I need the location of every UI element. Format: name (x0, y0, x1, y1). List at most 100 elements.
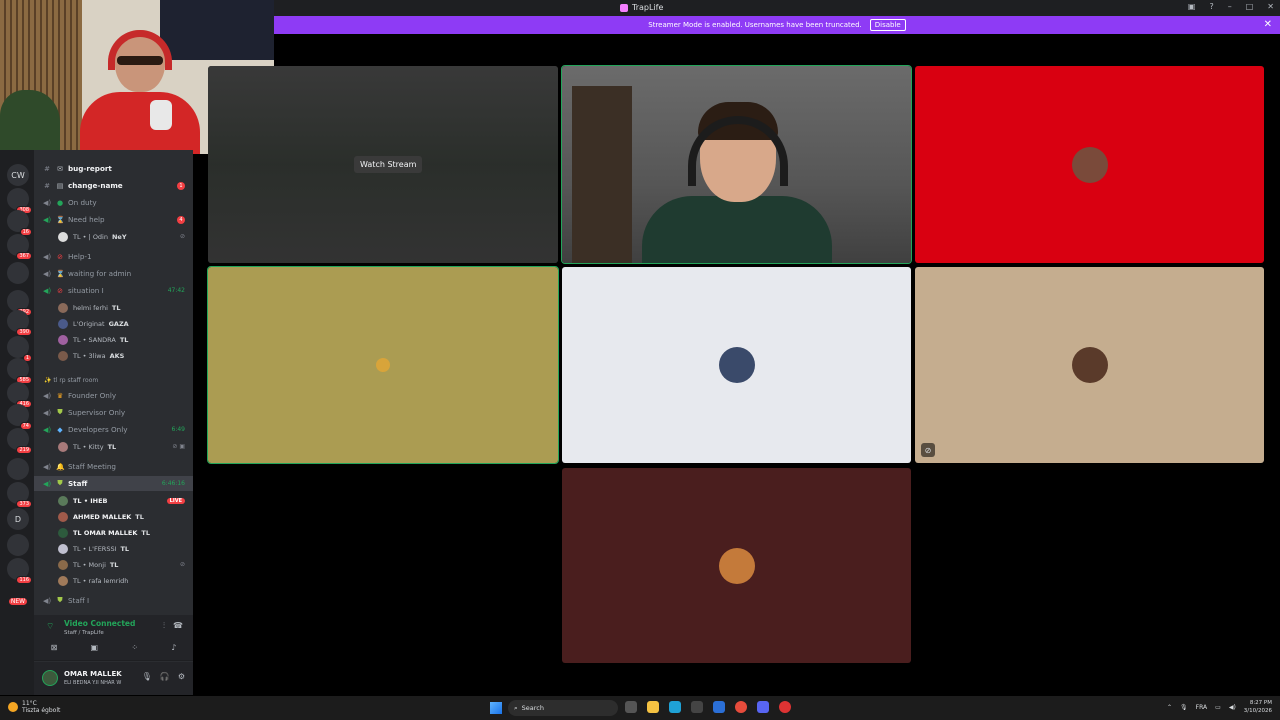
voice-channel-staff-1[interactable]: ◀) ⛊ Staff I (34, 593, 193, 608)
voice-user-name: TL • rafa lemridh (73, 576, 129, 585)
server-icon[interactable]: 116 (7, 558, 32, 584)
voice-user[interactable]: helmi ferhi TL (58, 300, 193, 315)
task-view-icon[interactable] (625, 701, 637, 713)
microphone-icon[interactable]: 🎙 (142, 672, 152, 681)
voice-user-name: TL • IHEB (73, 496, 108, 505)
avatar (58, 543, 68, 554)
voice-channel-supervisor-only[interactable]: ◀) ⛊ Supervisor Only (34, 405, 193, 420)
channel-change-name[interactable]: # ▤ change-name 1 (34, 178, 193, 193)
minimize-button[interactable]: – (1228, 2, 1232, 11)
voice-channel-on-duty[interactable]: ◀) ● On duty (34, 195, 193, 210)
maximize-button[interactable]: □ (1246, 2, 1254, 11)
close-window-button[interactable]: ✕ (1267, 2, 1274, 11)
voice-channel-founder-only[interactable]: ◀) ♛ Founder Only (34, 388, 193, 403)
voice-user[interactable]: TL • Kitty TL ⊘ ▣ (58, 439, 193, 454)
voice-channel-situation[interactable]: ◀) ⊘ situation I 47:42 (34, 283, 193, 298)
server-icon[interactable]: 74 (7, 404, 32, 430)
server-icon[interactable]: 373 (7, 482, 32, 508)
windows-start-icon[interactable] (490, 702, 502, 714)
file-explorer-icon[interactable] (647, 701, 659, 713)
store-icon[interactable] (691, 701, 703, 713)
microphone-icon[interactable]: 🎙 (1180, 704, 1188, 711)
server-icon[interactable] (7, 458, 29, 480)
volume-icon[interactable]: ◀) (1229, 704, 1236, 711)
chevron-up-icon[interactable]: ⌃ (1167, 704, 1172, 711)
clock[interactable]: 8:27 PM 3/10/2026 (1244, 699, 1272, 715)
voice-channel-staff[interactable]: ◀) ⛊ Staff 6:46:16 (34, 476, 193, 491)
username[interactable]: OMAR MALLEK (64, 670, 122, 678)
voice-user[interactable]: TL • SANDRA TL (58, 332, 193, 347)
inbox-icon[interactable]: ▣ (1188, 2, 1196, 11)
weather-widget[interactable]: 11°C Tiszta égbolt (8, 700, 60, 714)
voice-channel-help-1[interactable]: ◀) ⊘ Help-1 (34, 249, 193, 264)
voice-user[interactable]: AHMED MALLEK TL (58, 509, 193, 524)
disconnect-icon[interactable]: ☎ (173, 621, 183, 631)
settings-gear-icon[interactable]: ⚙ (178, 672, 185, 681)
user-tag: TL (120, 544, 130, 553)
stream-tile[interactable]: Watch Stream (208, 66, 558, 263)
voice-location[interactable]: Staff / TrapLife (64, 630, 104, 636)
speaker-icon: ◀) (42, 425, 52, 434)
mail-icon[interactable] (713, 701, 725, 713)
window-title-text: TrapLife (632, 3, 664, 12)
video-tile-avatar[interactable] (915, 66, 1264, 263)
voice-user[interactable]: TL • Monji TL ⊘ (58, 557, 193, 572)
voice-user[interactable]: TL • 3liwa AKS (58, 348, 193, 363)
voice-user-name: L'Originat (73, 319, 105, 328)
activities-button[interactable]: ⁘ (131, 643, 138, 652)
voice-channel-developers-only[interactable]: ◀) ◆ Developers Only 6:49 (34, 422, 193, 437)
headphones-icon[interactable]: 🎧 (160, 672, 170, 681)
server-icon[interactable]: D (7, 508, 29, 530)
server-icon[interactable]: NEW (7, 590, 29, 612)
server-icon[interactable]: 292 (7, 290, 32, 316)
voice-user[interactable]: TL • L'FERSSI TL (58, 541, 193, 556)
taskbar-search[interactable]: ⌕ Search (508, 700, 618, 716)
help-icon[interactable]: ? (1209, 2, 1213, 11)
soundboard-button[interactable]: ♪ (171, 643, 176, 652)
edge-icon[interactable] (669, 701, 681, 713)
video-tile-avatar[interactable] (207, 266, 559, 464)
server-icon[interactable]: 1 (7, 336, 32, 362)
server-icon[interactable] (7, 262, 29, 284)
screen-share-button[interactable]: ▣ (91, 643, 99, 652)
category-staff-room[interactable]: ✨ tl rp staff room (44, 377, 98, 384)
language-indicator[interactable]: FRA (1196, 704, 1207, 711)
voice-channel-need-help[interactable]: ◀) ⌛ Need help 4 (34, 212, 193, 227)
date: 3/10/2026 (1243, 708, 1272, 714)
server-icon[interactable]: 308 (7, 188, 32, 214)
voice-user[interactable]: TL • | Odin NeY ⊘ (58, 229, 193, 244)
voice-user-name: TL • SANDRA (73, 335, 116, 344)
video-tile-avatar[interactable] (562, 468, 911, 663)
channel-bug-report[interactable]: # ✉ bug-report (34, 161, 193, 176)
app-icon[interactable] (779, 701, 791, 713)
server-icon[interactable] (7, 534, 29, 556)
chrome-icon[interactable] (735, 701, 747, 713)
camera-off-button[interactable]: ⊠ (51, 643, 58, 652)
server-icon[interactable]: 585 (7, 358, 32, 384)
server-icon[interactable]: 416 (7, 382, 32, 408)
server-icon[interactable]: 16 (7, 210, 32, 236)
server-icon[interactable]: 219 (7, 428, 32, 454)
voice-channel-staff-meeting[interactable]: ◀) 🔔 Staff Meeting (34, 459, 193, 474)
server-icon[interactable]: 367 (7, 234, 32, 260)
voice-user[interactable]: TL • rafa lemridh (58, 573, 193, 588)
network-icon[interactable]: ▭ (1215, 704, 1221, 711)
voice-user[interactable]: TL • IHEB LIVE (58, 493, 193, 508)
avatar[interactable] (42, 670, 58, 686)
close-banner-icon[interactable]: ✕ (1264, 19, 1272, 30)
voice-user[interactable]: L'Originat GAZA (58, 316, 193, 331)
server-list: CW30816 367 292 390158541674 219 373D 116 NEW (0, 150, 34, 695)
discord-icon[interactable] (757, 701, 769, 713)
server-icon[interactable]: 390 (7, 310, 32, 336)
video-tile-camera[interactable] (561, 65, 912, 264)
video-tile-avatar[interactable] (562, 267, 911, 463)
voice-user[interactable]: TL OMAR MALLEK TL (58, 525, 193, 540)
server-icon[interactable]: CW (7, 164, 29, 186)
noise-suppression-icon[interactable]: ⫶ (163, 621, 165, 631)
streamer-mode-message: Streamer Mode is enabled. Usernames have… (648, 21, 862, 29)
video-tile-avatar[interactable]: ⊘ (915, 267, 1264, 463)
disable-streamer-mode-button[interactable]: Disable (869, 19, 906, 31)
watch-stream-button[interactable]: Watch Stream (354, 156, 423, 173)
voice-status[interactable]: Video Connected (64, 619, 135, 628)
voice-channel-waiting[interactable]: ◀) ⌛ waiting for admin (34, 266, 193, 281)
